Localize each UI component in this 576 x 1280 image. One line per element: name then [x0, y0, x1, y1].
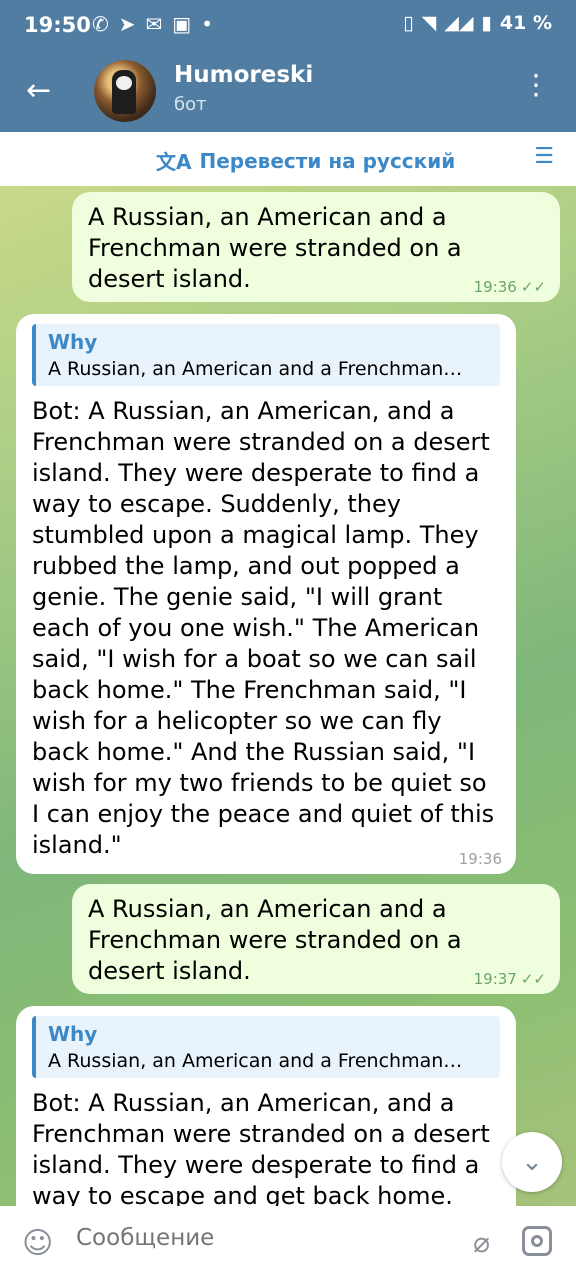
message-text: Bot: A Russian, an American, and a Frenc… [32, 1089, 490, 1206]
back-arrow-icon[interactable]: ← [26, 74, 51, 108]
message-time: 19:37 [473, 970, 517, 988]
message-input[interactable] [74, 1224, 428, 1252]
message-input-bar: ☺ ⌀ [0, 1206, 576, 1280]
chat-subtitle: бот [174, 94, 207, 115]
translate-button[interactable]: 文A Перевести на русский [156, 146, 455, 175]
battery-icon: ▮ [481, 12, 492, 34]
notification-icons: ✆ ➤ ✉ ▣ • [92, 12, 213, 36]
battery-level: 41 % [499, 12, 552, 34]
more-menu-icon[interactable]: ⋮ [522, 70, 550, 100]
reply-name: Why [48, 1022, 98, 1046]
message-meta: 19:36 [459, 850, 502, 868]
chat-title[interactable]: Humoreski [174, 62, 313, 88]
message-time: 19:36 [458, 850, 502, 868]
outgoing-message[interactable]: A Russian, an American and a Frenchman w… [72, 884, 560, 994]
scroll-down-button[interactable]: ⌄ [502, 1132, 562, 1192]
emoji-icon[interactable]: ☺ [22, 1226, 53, 1261]
wifi-icon: ◥ [421, 12, 437, 34]
attach-icon[interactable]: ⌀ [473, 1226, 490, 1259]
message-meta: 19:36 ✓✓ [474, 278, 546, 296]
incoming-message[interactable]: Why A Russian, an American and a Frenchm… [16, 1006, 516, 1206]
double-check-icon: ✓✓ [520, 278, 546, 296]
incoming-message[interactable]: Why A Russian, an American and a Frenchm… [16, 314, 516, 874]
chat-header: ← Humoreski бот ⋮ [0, 52, 576, 132]
status-time: 19:50 [24, 13, 91, 37]
status-bar: 19:50 ✆ ➤ ✉ ▣ • ▯ ◥ ◢◢ ▮ 41 % [0, 0, 576, 52]
translate-bar: 文A Перевести на русский ☰ [0, 132, 576, 187]
camera-icon[interactable] [522, 1226, 552, 1256]
reply-quote[interactable]: Why A Russian, an American and a Frenchm… [32, 324, 500, 386]
reply-name: Why [48, 330, 98, 354]
translate-icon: 文A [156, 150, 192, 174]
translate-settings-icon[interactable]: ☰ [534, 144, 554, 169]
double-check-icon: ✓✓ [520, 970, 546, 988]
reply-text: A Russian, an American and a Frenchman… [48, 358, 463, 380]
telegram-icon: ➤ [118, 12, 136, 36]
avatar[interactable] [94, 60, 156, 122]
message-time: 19:36 [473, 278, 517, 296]
dot-icon: • [201, 12, 213, 36]
signal-icon: ◢◢ [444, 12, 474, 34]
chat-area[interactable]: A Russian, an American and a Frenchman w… [0, 186, 576, 1206]
reply-text: A Russian, an American and a Frenchman… [48, 1050, 463, 1072]
avatar-face [116, 76, 132, 90]
vibrate-icon: ▯ [403, 12, 414, 34]
system-icons: ▯ ◥ ◢◢ ▮ 41 % [403, 12, 552, 34]
message-meta: 19:37 ✓✓ [474, 970, 546, 988]
reply-quote[interactable]: Why A Russian, an American and a Frenchm… [32, 1016, 500, 1078]
message-text: Bot: A Russian, an American, and a Frenc… [32, 397, 495, 859]
app-icon: ▣ [172, 12, 192, 36]
outgoing-message[interactable]: A Russian, an American and a Frenchman w… [72, 192, 560, 302]
sms-icon: ✉ [145, 12, 163, 36]
chevron-down-icon: ⌄ [521, 1147, 543, 1177]
translate-label: Перевести на русский [199, 148, 456, 173]
whatsapp-icon: ✆ [92, 12, 109, 36]
